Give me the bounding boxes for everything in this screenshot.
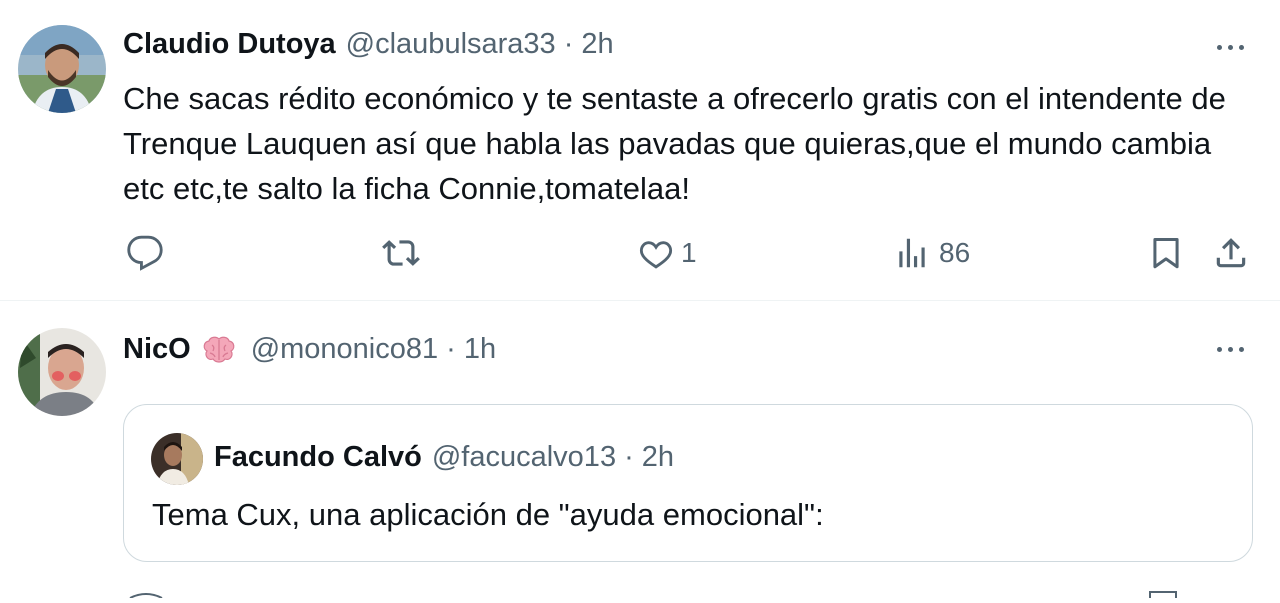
more-options-icon[interactable] (1210, 334, 1250, 364)
display-name[interactable]: NicO (123, 333, 191, 366)
avatar-image (18, 25, 106, 113)
action-bar: 1 86 (0, 232, 1280, 276)
avatar[interactable] (18, 25, 106, 113)
views-icon (899, 238, 925, 268)
quoted-display-name[interactable]: Facundo Calvó (214, 441, 422, 474)
tweet[interactable]: NicO @mononico81 · 1h Facundo Calvó @fac… (0, 301, 1280, 599)
quoted-tweet-card[interactable]: Facundo Calvó @facucalvo13 · 2h Tema Cux… (123, 404, 1253, 562)
display-name[interactable]: Claudio Dutoya (123, 28, 336, 61)
tweet-text: Che sacas rédito económico y te sentaste… (123, 81, 1226, 206)
tweet[interactable]: Claudio Dutoya @claubulsara33 · 2h Che s… (0, 0, 1280, 300)
quoted-user-handle[interactable]: @facucalvo13 (432, 441, 616, 474)
brain-emoji-icon (201, 335, 237, 365)
bookmark-icon (1153, 238, 1179, 269)
share-button[interactable] (1212, 234, 1250, 272)
like-count: 1 (681, 237, 697, 268)
quoted-tweet-text: Tema Cux, una aplicación de "ayuda emoci… (152, 497, 824, 532)
user-handle[interactable]: @claubulsara33 (346, 28, 556, 61)
heart-icon (639, 241, 673, 269)
action-bar-partial (0, 585, 1280, 599)
quoted-tweet-header: Facundo Calvó @facucalvo13 · 2h (214, 441, 674, 474)
views-count: 86 (939, 237, 971, 268)
reply-icon (127, 235, 163, 271)
avatar[interactable] (18, 328, 106, 416)
tweet-header: Claudio Dutoya @claubulsara33 · 2h (123, 28, 614, 61)
quoted-avatar[interactable] (151, 433, 203, 485)
separator-dot: · (563, 28, 574, 60)
quoted-avatar-image (151, 433, 203, 485)
separator-dot: · (446, 333, 456, 365)
retweet-icon (382, 240, 420, 266)
quoted-timestamp[interactable]: 2h (642, 441, 674, 474)
more-options-icon[interactable] (1210, 32, 1250, 62)
retweet-button[interactable] (381, 234, 421, 272)
reply-button[interactable] (126, 234, 164, 272)
views-button[interactable]: 86 (893, 234, 970, 272)
bookmark-button[interactable] (1147, 234, 1185, 272)
timestamp[interactable]: 2h (581, 28, 613, 61)
separator-dot: · (624, 441, 634, 473)
avatar-image (18, 328, 106, 416)
user-handle[interactable]: @mononico81 (251, 333, 438, 366)
timestamp[interactable]: 1h (464, 333, 496, 366)
tweet-header: NicO @mononico81 · 1h (123, 333, 496, 366)
share-icon (1216, 238, 1246, 268)
like-button[interactable]: 1 (637, 234, 697, 272)
